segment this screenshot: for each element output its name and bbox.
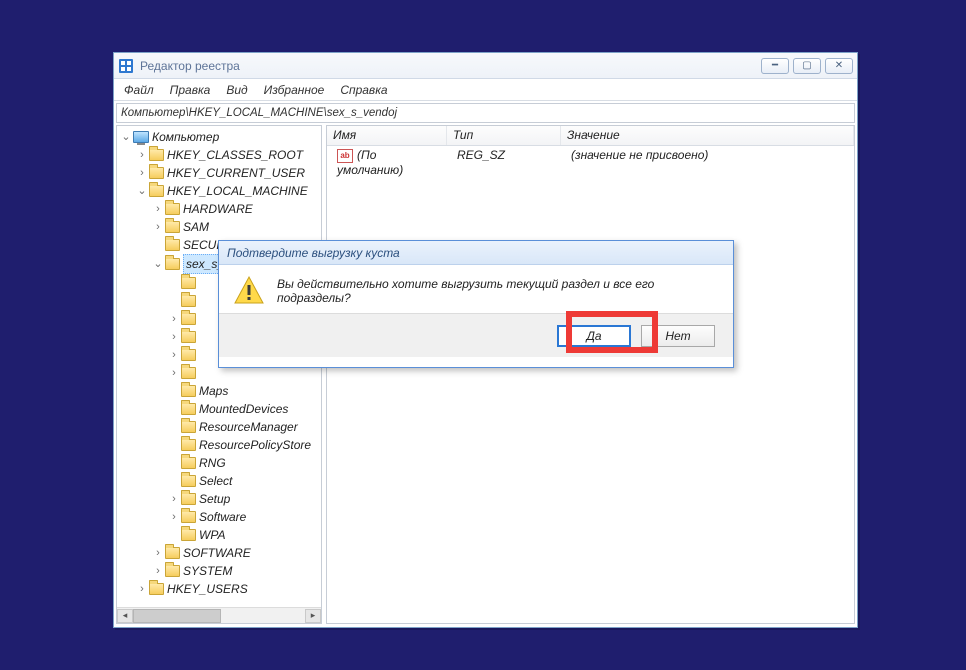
list-header: Имя Тип Значение [327, 126, 854, 146]
col-type[interactable]: Тип [447, 126, 561, 145]
tree-respol[interactable]: ResourcePolicyStore [167, 436, 321, 454]
regedit-icon [118, 58, 134, 74]
yes-button[interactable]: Да [557, 325, 631, 347]
address-bar[interactable]: Компьютер\HKEY_LOCAL_MACHINE\sex_s_vendo… [116, 103, 855, 123]
menu-edit[interactable]: Правка [162, 81, 219, 99]
tree-pane[interactable]: ⌄Компьютер ›HKEY_CLASSES_ROOT ›HKEY_CURR… [116, 125, 322, 624]
tree-rng[interactable]: RNG [167, 454, 321, 472]
col-name[interactable]: Имя [327, 126, 447, 145]
value-list-pane[interactable]: Имя Тип Значение ab(По умолчанию) REG_SZ… [326, 125, 855, 624]
confirm-unload-dialog: Подтвердите выгрузку куста Вы действител… [218, 240, 734, 368]
string-value-icon: ab [337, 149, 353, 163]
tree-hku[interactable]: ›HKEY_USERS [135, 580, 321, 598]
tree-software[interactable]: ›SOFTWARE [151, 544, 321, 562]
tree-maps[interactable]: Maps [167, 382, 321, 400]
dialog-title[interactable]: Подтвердите выгрузку куста [219, 241, 733, 265]
tree-resmgr[interactable]: ResourceManager [167, 418, 321, 436]
row-type: REG_SZ [451, 148, 565, 177]
tree-sam[interactable]: ›SAM [151, 218, 321, 236]
tree-hardware[interactable]: ›HARDWARE [151, 200, 321, 218]
menubar: Файл Правка Вид Избранное Справка [114, 79, 857, 101]
tree-setup[interactable]: ›Setup [167, 490, 321, 508]
tree-select[interactable]: Select [167, 472, 321, 490]
tree-software-sub[interactable]: ›Software [167, 508, 321, 526]
address-path: Компьютер\HKEY_LOCAL_MACHINE\sex_s_vendo… [121, 107, 397, 119]
minimize-button[interactable]: ━ [761, 58, 789, 74]
tree-hklm[interactable]: ⌄HKEY_LOCAL_MACHINE [135, 182, 321, 200]
tree-mounted[interactable]: MountedDevices [167, 400, 321, 418]
tree-system[interactable]: ›SYSTEM [151, 562, 321, 580]
scroll-thumb[interactable] [133, 609, 221, 623]
tree-h-scrollbar[interactable]: ◂ ▸ [117, 607, 321, 623]
dialog-message: Вы действительно хотите выгрузить текущи… [277, 277, 715, 305]
col-value[interactable]: Значение [561, 126, 854, 145]
menu-help[interactable]: Справка [332, 81, 395, 99]
no-button[interactable]: Нет [641, 325, 715, 347]
window-title: Редактор реестра [140, 59, 755, 73]
row-value: (значение не присвоено) [565, 148, 854, 177]
tree-hkcu[interactable]: ›HKEY_CURRENT_USER [135, 164, 321, 182]
scroll-left-button[interactable]: ◂ [117, 609, 133, 623]
warning-icon [233, 275, 265, 307]
menu-favorites[interactable]: Избранное [256, 81, 333, 99]
menu-view[interactable]: Вид [218, 81, 255, 99]
tree-root[interactable]: ⌄Компьютер [119, 128, 321, 146]
maximize-button[interactable]: ▢ [793, 58, 821, 74]
titlebar[interactable]: Редактор реестра ━ ▢ ✕ [114, 53, 857, 79]
scroll-right-button[interactable]: ▸ [305, 609, 321, 623]
list-row[interactable]: ab(По умолчанию) REG_SZ (значение не при… [327, 146, 854, 179]
menu-file[interactable]: Файл [116, 81, 162, 99]
close-button[interactable]: ✕ [825, 58, 853, 74]
tree-wpa[interactable]: WPA [167, 526, 321, 544]
tree-hkcr[interactable]: ›HKEY_CLASSES_ROOT [135, 146, 321, 164]
